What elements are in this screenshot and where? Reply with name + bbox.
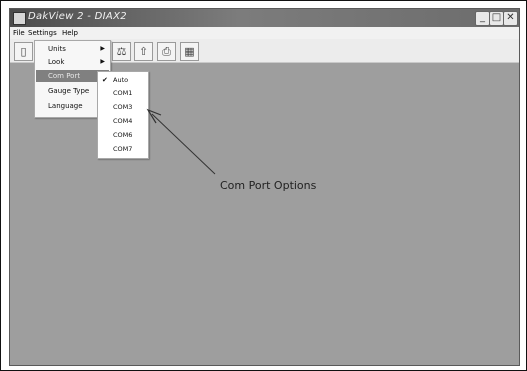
annotation-label: Com Port Options [220, 179, 317, 192]
screenshot-frame: DakView 2 - DIAX2 _ □ ✕ File Settings He… [0, 0, 527, 371]
app-window: DakView 2 - DIAX2 _ □ ✕ File Settings He… [9, 8, 520, 366]
